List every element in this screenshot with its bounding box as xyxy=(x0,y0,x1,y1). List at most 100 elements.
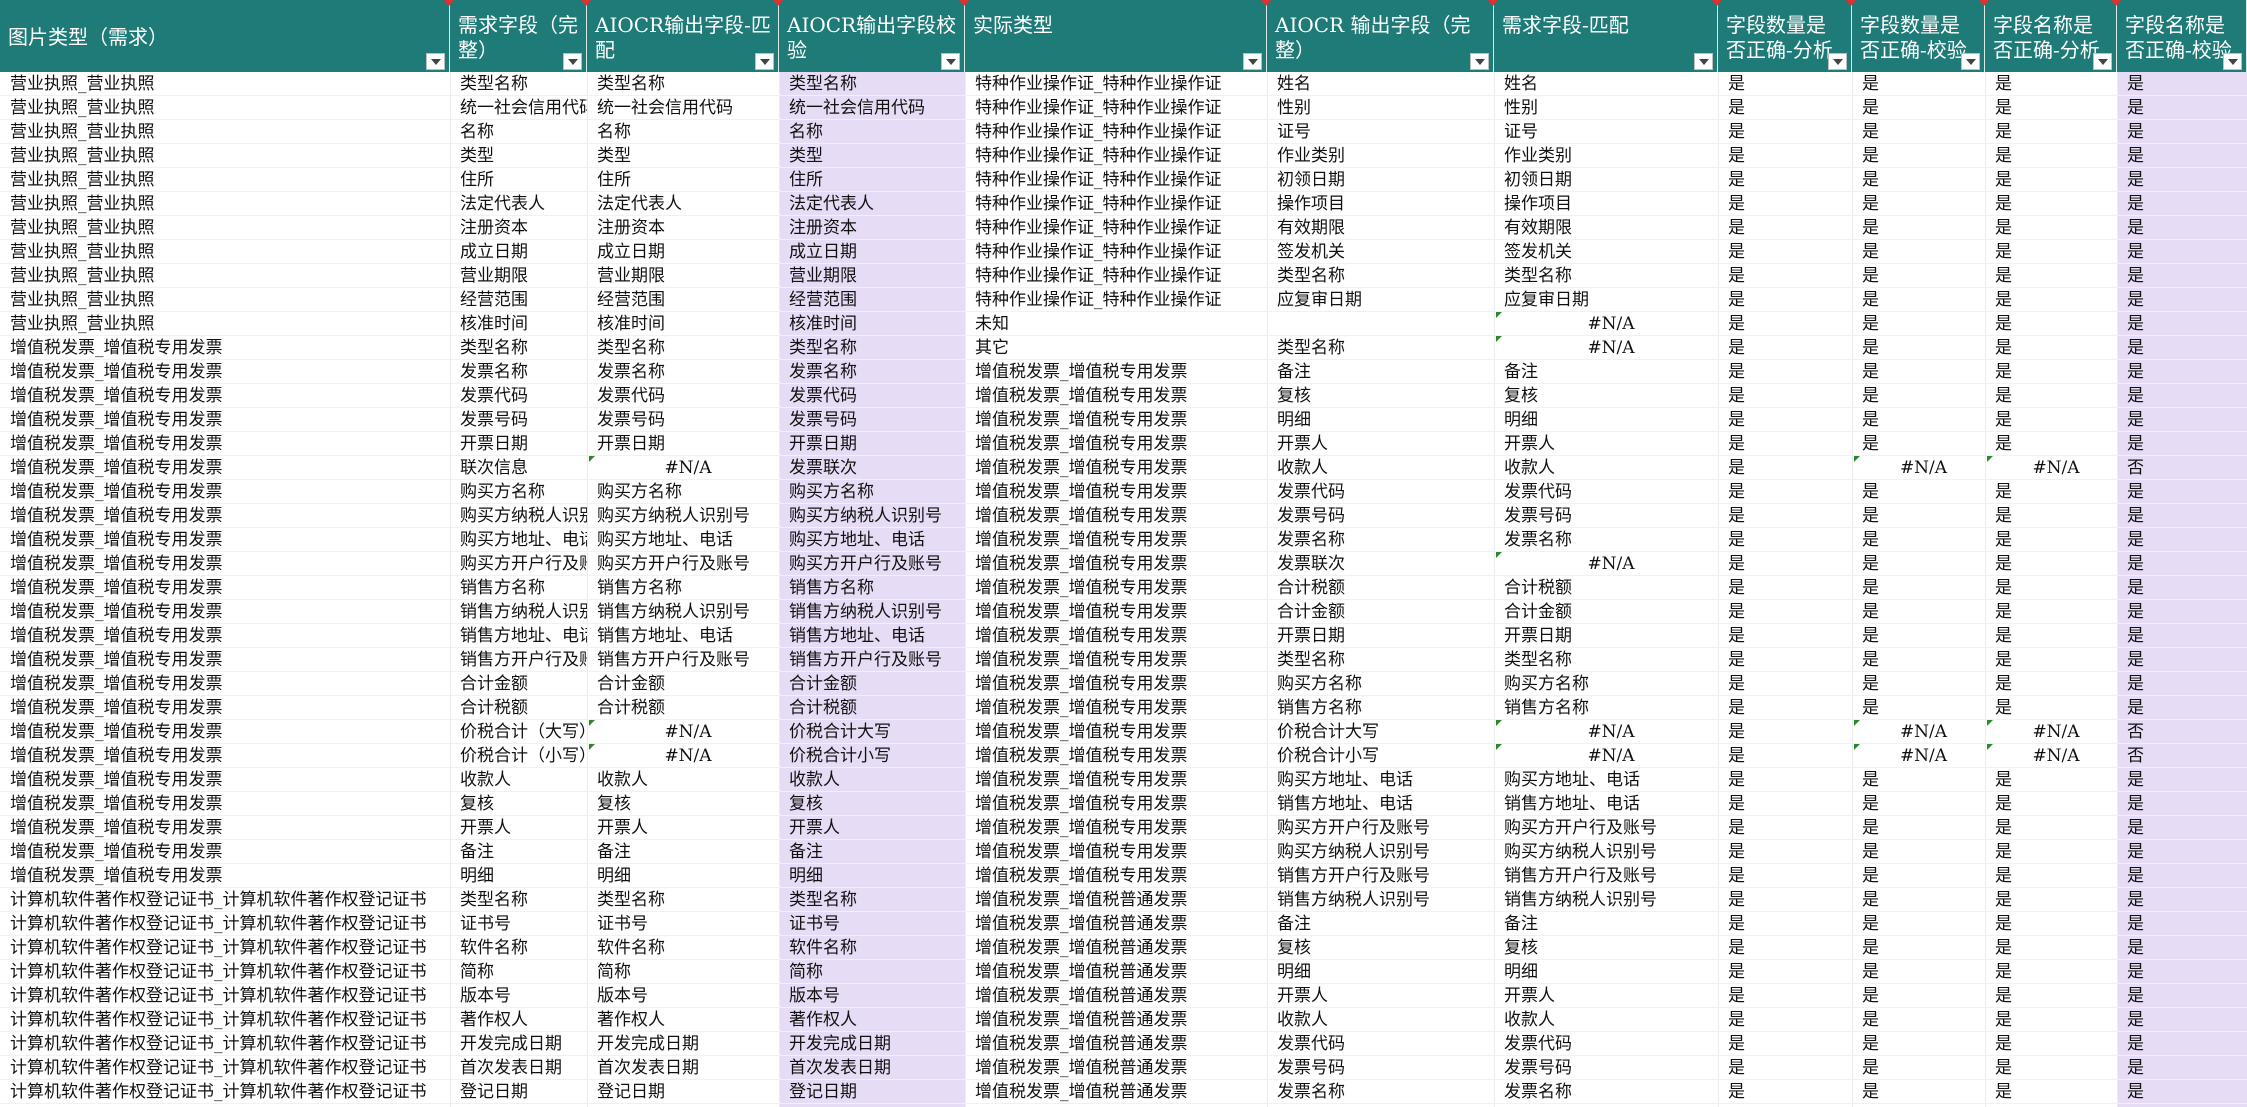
cell-name-check[interactable]: 是 xyxy=(2125,840,2247,864)
cell-aiocr-check[interactable]: 合计金额 xyxy=(787,672,965,696)
cell-image-type[interactable]: 增值税发票_增值税专用发票 xyxy=(8,648,450,672)
cell-aiocr-match[interactable]: 明细 xyxy=(595,864,779,888)
cell-req-match[interactable]: 收款人 xyxy=(1502,1008,1718,1032)
cell-aiocr-output[interactable]: 复核 xyxy=(1275,936,1494,960)
cell-req-match[interactable]: 收款人 xyxy=(1502,456,1718,480)
cell-aiocr-check[interactable]: 类型名称 xyxy=(787,72,965,96)
cell-aiocr-output[interactable]: 价税合计小写 xyxy=(1275,744,1494,768)
cell-req-match[interactable]: 姓名 xyxy=(1502,72,1718,96)
cell-count-check[interactable]: 是 xyxy=(1860,216,1985,240)
cell-name-analysis[interactable]: 是 xyxy=(1993,528,2117,552)
cell-name-check[interactable]: 是 xyxy=(2125,624,2247,648)
cell-actual-type[interactable]: 增值税发票_增值税专用发票 xyxy=(973,816,1267,840)
cell-aiocr-output[interactable]: 应复审日期 xyxy=(1275,288,1494,312)
cell-actual-type[interactable]: 特种作业操作证_特种作业操作证 xyxy=(973,120,1267,144)
cell-aiocr-match[interactable]: 合计金额 xyxy=(595,672,779,696)
cell-count-analysis[interactable]: 是 xyxy=(1726,72,1852,96)
cell-image-type[interactable]: 营业执照_营业执照 xyxy=(8,192,450,216)
cell-actual-type[interactable]: 增值税发票_增值税专用发票 xyxy=(973,480,1267,504)
cell-name-check[interactable]: 是 xyxy=(2125,168,2247,192)
cell-req-field[interactable]: 复核 xyxy=(458,792,587,816)
cell-name-analysis[interactable]: 是 xyxy=(1993,144,2117,168)
cell-req-field[interactable]: 住所 xyxy=(458,168,587,192)
cell-actual-type[interactable]: 特种作业操作证_特种作业操作证 xyxy=(973,96,1267,120)
cell-req-match[interactable]: #N/A xyxy=(1502,336,1718,360)
cell-count-analysis[interactable]: 是 xyxy=(1726,600,1852,624)
cell-name-check[interactable]: 是 xyxy=(2125,864,2247,888)
cell-count-check[interactable]: 是 xyxy=(1860,888,1985,912)
cell-name-analysis[interactable]: 是 xyxy=(1993,264,2117,288)
cell-image-type[interactable]: 计算机软件著作权登记证书_计算机软件著作权登记证书 xyxy=(8,1056,450,1080)
cell-name-check[interactable]: 是 xyxy=(2125,1056,2247,1080)
cell-aiocr-output[interactable]: 销售方名称 xyxy=(1275,696,1494,720)
cell-name-check[interactable]: 是 xyxy=(2125,504,2247,528)
cell-req-field[interactable]: 开票人 xyxy=(458,816,587,840)
cell-image-type[interactable]: 增值税发票_增值税专用发票 xyxy=(8,528,450,552)
header-actual-type[interactable]: 实际类型 xyxy=(965,0,1267,72)
cell-req-field[interactable]: 类型 xyxy=(458,144,587,168)
cell-count-analysis[interactable]: 是 xyxy=(1726,408,1852,432)
cell-aiocr-check[interactable]: 收款人 xyxy=(787,768,965,792)
cell-count-check[interactable]: 是 xyxy=(1860,144,1985,168)
cell-name-analysis[interactable]: 是 xyxy=(1993,984,2117,1008)
cell-image-type[interactable]: 增值税发票_增值税专用发票 xyxy=(8,408,450,432)
filter-dropdown-icon[interactable] xyxy=(426,53,445,70)
cell-image-type[interactable]: 增值税发票_增值税专用发票 xyxy=(8,840,450,864)
cell-count-analysis[interactable]: 是 xyxy=(1726,144,1852,168)
cell-count-check[interactable]: 是 xyxy=(1860,576,1985,600)
cell-name-analysis[interactable]: 是 xyxy=(1993,384,2117,408)
cell-count-analysis[interactable]: 是 xyxy=(1726,432,1852,456)
cell-name-check[interactable]: 是 xyxy=(2125,960,2247,984)
header-count-check[interactable]: 字段数量是否正确-校验 xyxy=(1852,0,1985,72)
cell-image-type[interactable]: 增值税发票_增值税专用发票 xyxy=(8,672,450,696)
cell-count-check[interactable]: 是 xyxy=(1860,816,1985,840)
cell-count-check[interactable]: 是 xyxy=(1860,192,1985,216)
cell-req-match[interactable]: 复核 xyxy=(1502,936,1718,960)
cell-name-analysis[interactable]: 是 xyxy=(1993,888,2117,912)
header-aiocr-field-check[interactable]: AIOCR输出字段校验 xyxy=(779,0,965,72)
cell-req-field[interactable]: 发票名称 xyxy=(458,360,587,384)
cell-aiocr-match[interactable]: 购买方地址、电话 xyxy=(595,528,779,552)
cell-aiocr-output[interactable]: 开票日期 xyxy=(1275,624,1494,648)
cell-aiocr-output[interactable]: 购买方名称 xyxy=(1275,672,1494,696)
cell-count-analysis[interactable]: 是 xyxy=(1726,168,1852,192)
header-count-analysis[interactable]: 字段数量是否正确-分析 xyxy=(1718,0,1852,72)
cell-req-match[interactable]: 开票人 xyxy=(1502,984,1718,1008)
cell-aiocr-check[interactable]: 开票人 xyxy=(787,816,965,840)
cell-aiocr-match[interactable]: 名称 xyxy=(595,120,779,144)
cell-count-check[interactable]: 是 xyxy=(1860,120,1985,144)
cell-req-field[interactable]: 首次发表日期 xyxy=(458,1056,587,1080)
cell-req-match[interactable]: 购买方开户行及账号 xyxy=(1502,816,1718,840)
cell-actual-type[interactable]: 特种作业操作证_特种作业操作证 xyxy=(973,72,1267,96)
cell-count-check[interactable]: #N/A xyxy=(1860,456,1985,480)
cell-actual-type[interactable]: 增值税发票_增值税普通发票 xyxy=(973,1008,1267,1032)
cell-req-field[interactable]: 法定代表人 xyxy=(458,192,587,216)
cell-name-check[interactable]: 是 xyxy=(2125,648,2247,672)
cell-req-match[interactable]: 性别 xyxy=(1502,96,1718,120)
cell-aiocr-check[interactable]: 简称 xyxy=(787,960,965,984)
cell-name-analysis[interactable]: 是 xyxy=(1993,552,2117,576)
cell-actual-type[interactable]: 增值税发票_增值税专用发票 xyxy=(973,432,1267,456)
cell-req-field[interactable]: 价税合计（大写） xyxy=(458,720,587,744)
cell-count-analysis[interactable]: 是 xyxy=(1726,648,1852,672)
cell-aiocr-output[interactable]: 证号 xyxy=(1275,120,1494,144)
cell-aiocr-output[interactable]: 发票名称 xyxy=(1275,1080,1494,1104)
cell-count-analysis[interactable]: 是 xyxy=(1726,792,1852,816)
cell-name-check[interactable]: 否 xyxy=(2125,744,2247,768)
cell-req-field[interactable]: 版本号 xyxy=(458,984,587,1008)
cell-aiocr-match[interactable]: 开票人 xyxy=(595,816,779,840)
cell-req-field[interactable]: 明细 xyxy=(458,864,587,888)
cell-aiocr-check[interactable]: 经营范围 xyxy=(787,288,965,312)
cell-actual-type[interactable]: 特种作业操作证_特种作业操作证 xyxy=(973,192,1267,216)
cell-name-analysis[interactable]: 是 xyxy=(1993,1032,2117,1056)
cell-image-type[interactable]: 计算机软件著作权登记证书_计算机软件著作权登记证书 xyxy=(8,984,450,1008)
cell-name-check[interactable]: 是 xyxy=(2125,432,2247,456)
cell-name-analysis[interactable]: #N/A xyxy=(1993,720,2117,744)
cell-aiocr-output[interactable]: 类型名称 xyxy=(1275,648,1494,672)
cell-aiocr-check[interactable]: 发票号码 xyxy=(787,408,965,432)
cell-image-type[interactable]: 增值税发票_增值税专用发票 xyxy=(8,384,450,408)
cell-count-analysis[interactable]: 是 xyxy=(1726,936,1852,960)
cell-aiocr-output[interactable]: 开票人 xyxy=(1275,432,1494,456)
cell-count-check[interactable]: 是 xyxy=(1860,672,1985,696)
cell-name-analysis[interactable]: 是 xyxy=(1993,216,2117,240)
